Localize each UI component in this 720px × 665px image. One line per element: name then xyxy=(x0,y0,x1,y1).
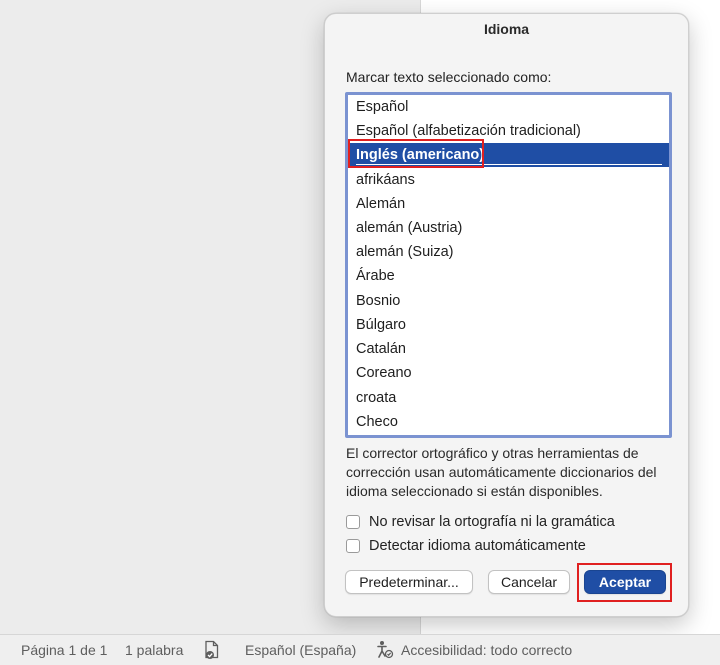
list-item[interactable]: Coreano xyxy=(348,361,669,385)
list-item[interactable]: Alemán xyxy=(348,192,669,216)
cancel-button[interactable]: Cancelar xyxy=(488,570,570,594)
word-count[interactable]: 1 palabra xyxy=(125,642,183,658)
language-dialog: Idioma Marcar texto seleccionado como: E… xyxy=(324,13,689,617)
auto-detect-checkbox[interactable] xyxy=(346,539,360,553)
document-check-icon[interactable] xyxy=(203,640,221,660)
list-item[interactable]: Español xyxy=(348,95,669,119)
accept-button-highlight xyxy=(577,563,672,602)
selected-language-highlight xyxy=(348,139,484,168)
page-count[interactable]: Página 1 de 1 xyxy=(21,642,107,658)
list-item[interactable]: Bosnio xyxy=(348,289,669,313)
no-spellcheck-label[interactable]: No revisar la ortografía ni la gramática xyxy=(369,514,615,530)
language-status[interactable]: Español (España) xyxy=(245,642,356,658)
list-item[interactable]: Catalán xyxy=(348,337,669,361)
list-item[interactable]: afrikáans xyxy=(348,168,669,192)
spellcheck-description: El corrector ortográfico y otras herrami… xyxy=(346,445,657,499)
auto-detect-label[interactable]: Detectar idioma automáticamente xyxy=(369,538,586,554)
list-item[interactable]: croata xyxy=(348,386,669,410)
list-item[interactable]: Checo xyxy=(348,410,669,434)
list-item[interactable]: alemán (Austria) xyxy=(348,216,669,240)
accessibility-status[interactable]: Accesibilidad: todo correcto xyxy=(401,642,572,658)
accessibility-icon[interactable] xyxy=(376,640,394,660)
mark-text-prompt: Marcar texto seleccionado como: xyxy=(346,69,552,85)
list-item[interactable]: Árabe xyxy=(348,264,669,288)
no-spellcheck-checkbox[interactable] xyxy=(346,515,360,529)
dialog-title: Idioma xyxy=(483,21,530,37)
list-item[interactable]: alemán (Suiza) xyxy=(348,240,669,264)
list-item[interactable]: Búlgaro xyxy=(348,313,669,337)
default-button[interactable]: Predeterminar... xyxy=(345,570,473,594)
status-bar: Página 1 de 1 1 palabra Español (España)… xyxy=(0,634,720,665)
